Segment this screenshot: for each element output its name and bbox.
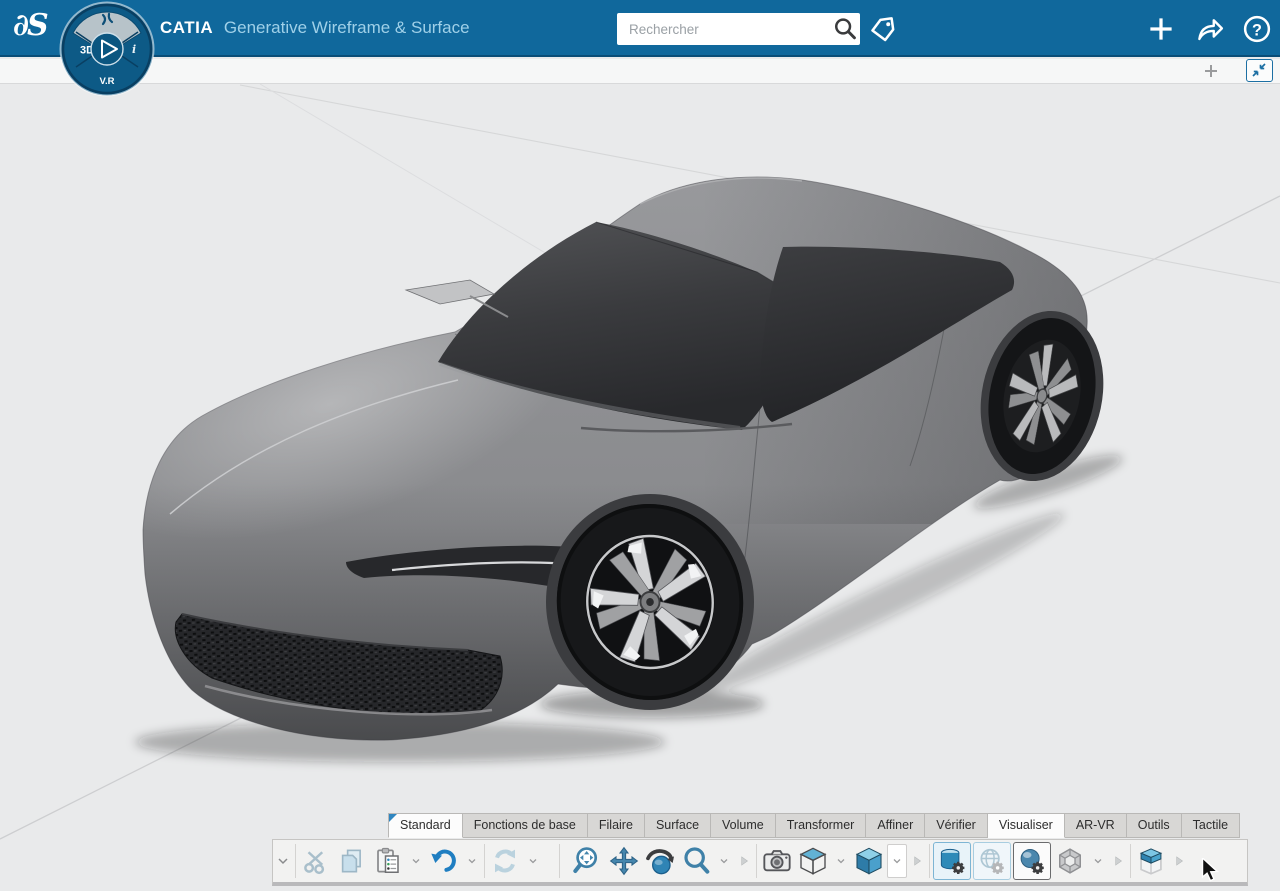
iso-view-dropdown[interactable] (831, 843, 851, 879)
chevron-down-icon (527, 855, 539, 867)
add-icon[interactable] (1146, 14, 1176, 44)
hide-show-box-button[interactable] (1133, 843, 1169, 879)
shading-group-expand[interactable] (907, 843, 927, 879)
chevron-down-icon (835, 855, 847, 867)
sync-arrows-icon (489, 845, 521, 877)
paste-button[interactable] (370, 843, 406, 879)
pan-button[interactable] (606, 843, 642, 879)
add-tab-icon[interactable] (1202, 62, 1220, 80)
play-expand-icon (1172, 854, 1186, 868)
magnifier-icon (680, 845, 712, 877)
chevron-down-icon (410, 855, 422, 867)
compass-info-label[interactable]: i (132, 43, 136, 56)
tab-verifier[interactable]: Vérifier (925, 813, 988, 838)
aperture-dropdown[interactable] (1088, 843, 1108, 879)
rotate-hand-icon (644, 845, 676, 877)
search-icon[interactable] (830, 14, 860, 44)
help-icon[interactable]: ? (1242, 14, 1272, 44)
3d-scene-canvas[interactable] (0, 84, 1280, 891)
collapse-arrows-icon (1247, 60, 1271, 80)
tab-transformer[interactable]: Transformer (776, 813, 867, 838)
play-expand-icon (1111, 854, 1125, 868)
collapse-window-button[interactable] (1246, 59, 1273, 82)
tab-outils[interactable]: Outils (1127, 813, 1182, 838)
play-expand-icon (737, 854, 751, 868)
search-input[interactable] (617, 22, 830, 37)
database-gear-icon (937, 846, 967, 876)
svg-text:?: ? (1252, 21, 1262, 39)
update-dropdown[interactable] (523, 843, 543, 879)
view-group-expand[interactable] (734, 843, 754, 879)
render-style-shading-toggle[interactable] (1013, 842, 1051, 880)
zoom-fit-all-button[interactable] (570, 843, 606, 879)
workbench-name: Generative Wireframe & Surface (224, 18, 470, 37)
scissors-icon (301, 846, 331, 876)
tab-volume[interactable]: Volume (711, 813, 776, 838)
chevron-down-icon (466, 855, 478, 867)
3d-viewport[interactable] (0, 84, 1280, 891)
globe-gear-icon (977, 846, 1007, 876)
clipboard-paste-icon (373, 846, 403, 876)
rotate-button[interactable] (642, 843, 678, 879)
play-expand-icon (910, 854, 924, 868)
tab-surface[interactable]: Surface (645, 813, 711, 838)
section-aperture-button[interactable] (1052, 843, 1088, 879)
tab-ar-vr[interactable]: AR-VR (1065, 813, 1127, 838)
3dexperience-compass[interactable]: 3D V.R i (59, 1, 155, 97)
cut-button[interactable] (298, 843, 334, 879)
visibility-group-expand[interactable] (1169, 843, 1189, 879)
share-icon[interactable] (1195, 14, 1225, 44)
zoom-fit-icon (572, 845, 604, 877)
chevron-down-icon (1092, 855, 1104, 867)
update-sync-button[interactable] (487, 843, 523, 879)
sphere-gear-icon (1017, 846, 1047, 876)
tab-affiner[interactable]: Affiner (866, 813, 925, 838)
tab-filaire[interactable]: Filaire (588, 813, 645, 838)
tab-standard[interactable]: Standard (388, 813, 463, 838)
iso-cube-icon (797, 845, 829, 877)
paste-dropdown[interactable] (406, 843, 426, 879)
shaded-cube-icon (853, 845, 885, 877)
zoom-dropdown[interactable] (714, 843, 734, 879)
chevron-down-icon (275, 853, 291, 869)
tab-fonctions-de-base[interactable]: Fonctions de base (463, 813, 588, 838)
hide-show-box-icon (1134, 844, 1168, 878)
iso-view-button[interactable] (795, 843, 831, 879)
screenshot-button[interactable] (759, 843, 795, 879)
compass-vr-label[interactable]: V.R (100, 76, 115, 87)
collapse-toolbar-button[interactable] (273, 843, 293, 879)
copy-button[interactable] (334, 843, 370, 879)
undo-icon (428, 845, 460, 877)
product-name: CATIA (160, 18, 213, 37)
tab-tactile[interactable]: Tactile (1182, 813, 1240, 838)
search-box (617, 13, 860, 45)
render-style-database-toggle[interactable] (933, 842, 971, 880)
active-tab-marker (389, 814, 397, 822)
undo-dropdown[interactable] (462, 843, 482, 879)
side-mirror-wing (406, 280, 494, 304)
zoom-button[interactable] (678, 843, 714, 879)
copy-icon (337, 846, 367, 876)
undo-button[interactable] (426, 843, 462, 879)
aperture-hexagon-icon (1055, 846, 1085, 876)
car-model[interactable] (47, 164, 1118, 764)
render-style-materials-toggle[interactable] (973, 842, 1011, 880)
dassault-3ds-logo[interactable]: ∂S (13, 8, 47, 43)
action-bar-tabs: Standard Fonctions de base Filaire Surfa… (388, 813, 1240, 838)
chevron-down-icon (718, 855, 730, 867)
bottom-toolbar (272, 839, 1248, 886)
shaded-view-button[interactable] (851, 843, 887, 879)
tag-icon[interactable] (868, 14, 898, 44)
camera-icon (761, 845, 793, 877)
chevron-down-icon (891, 855, 903, 867)
shading-options-dropdown[interactable] (887, 844, 907, 878)
tab-visualiser[interactable]: Visualiser (988, 813, 1065, 838)
render-group-expand[interactable] (1108, 843, 1128, 879)
top-app-bar: ∂S CATIA Generative Wireframe & Surface … (0, 0, 1280, 57)
secondary-bar (0, 59, 1280, 84)
pan-arrows-icon (608, 845, 640, 877)
app-title: CATIA Generative Wireframe & Surface (160, 18, 470, 38)
